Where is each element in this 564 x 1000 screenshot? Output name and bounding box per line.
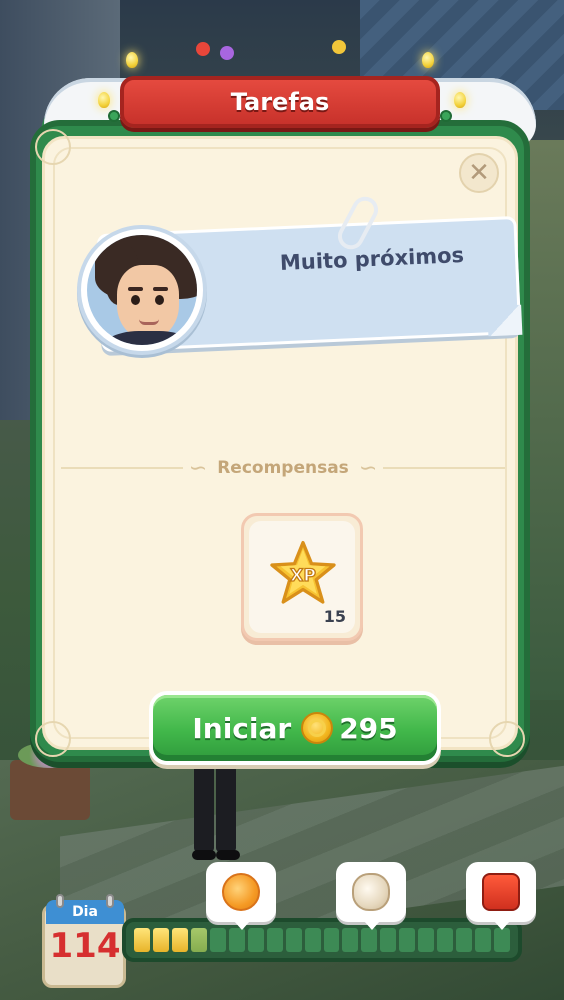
progress-segment (247, 928, 264, 952)
progress-segment (323, 928, 340, 952)
uniform-badge-icon (163, 339, 175, 345)
tasks-modal: Tarefas ✕ Muito próximos ∽ Recompensas ∽… (30, 40, 536, 765)
xp-star-icon: XP (270, 540, 336, 604)
day-calendar[interactable]: Dia 114 (40, 894, 126, 988)
avatar (77, 225, 207, 355)
modal-panel: ✕ Muito próximos ∽ Recompensas ∽ XP 15 I… (35, 129, 525, 765)
swirl-left-icon: ∽ (188, 455, 208, 481)
milestone-reward-1[interactable] (206, 862, 276, 930)
start-button-label: Iniciar (192, 711, 292, 745)
progress-segment (475, 928, 492, 952)
xp-icon-text: XP (290, 566, 316, 586)
milestone-reward-2[interactable] (336, 862, 406, 930)
progress-segment (304, 928, 321, 952)
progress-segment (418, 928, 435, 952)
title-banner: Tarefas (108, 76, 452, 128)
progress-segment (456, 928, 473, 952)
close-button[interactable]: ✕ (459, 153, 499, 193)
day-label: Dia (72, 904, 98, 920)
progress-segment (190, 928, 207, 952)
progress-segment (134, 928, 150, 952)
progress-segment (228, 928, 245, 952)
progress-segment (437, 928, 454, 952)
close-icon: ✕ (468, 158, 490, 188)
start-cost: 295 (339, 711, 398, 745)
rewards-divider: ∽ Recompensas ∽ (61, 453, 506, 483)
modal-title: Tarefas (230, 88, 330, 116)
progress-segment (171, 928, 188, 952)
start-task-button[interactable]: Iniciar 295 (149, 691, 441, 765)
progress-segment (361, 928, 378, 952)
corner-flourish (489, 721, 525, 757)
character-legs (192, 760, 240, 860)
progress-segment (285, 928, 302, 952)
coin-icon (301, 712, 334, 744)
milestone-reward-3[interactable] (466, 862, 536, 930)
corner-flourish (35, 721, 71, 757)
progress-segment (494, 928, 511, 952)
rewards-label: Recompensas (217, 458, 349, 478)
task-card: Muito próximos (71, 192, 523, 355)
progress-segment (380, 928, 397, 952)
progress-segment (342, 928, 359, 952)
reward-count: 15 (323, 607, 346, 626)
seashell-icon (352, 873, 390, 911)
avatar-uniform (97, 331, 197, 345)
red-chest-icon (482, 873, 520, 911)
note-page-curl (487, 304, 523, 337)
avatar-face (117, 265, 179, 339)
day-number: 114 (49, 926, 121, 966)
day-progress-bar (122, 918, 522, 962)
reward-xp-tile: XP 15 (241, 513, 363, 641)
swirl-right-icon: ∽ (358, 455, 378, 481)
progress-segment (209, 928, 226, 952)
character-portrait (71, 205, 207, 355)
progress-segment (266, 928, 283, 952)
corner-flourish (35, 129, 71, 165)
orange-slice-icon (222, 873, 260, 911)
flower-planter (10, 742, 90, 820)
progress-segment (399, 928, 416, 952)
progress-segment (152, 928, 169, 952)
